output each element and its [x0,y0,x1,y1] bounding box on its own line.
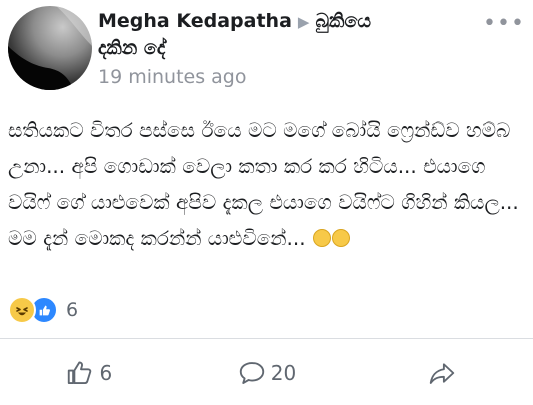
haha-emoji-icon [8,296,36,324]
comment-count: 20 [270,360,297,385]
shocked-emoji-icon [312,229,331,247]
author-avatar[interactable] [8,6,92,90]
triangle-right-icon: ▶ [297,13,310,31]
group-name[interactable]: බුකියෙ [315,10,371,32]
reactions-count[interactable]: 6 [66,299,78,321]
facebook-post: Megha Kedapatha ▶ බුකියෙ දකින දේ 19 minute… [0,0,533,405]
group-name-continued[interactable]: දකින දේ [98,35,483,61]
profile-photo-icon [8,6,92,90]
post-header: Megha Kedapatha ▶ බුකියෙ දකින දේ 19 minute… [98,8,483,91]
comment-button[interactable]: 20 [178,340,356,405]
share-arrow-icon [429,362,455,384]
share-button[interactable] [355,340,533,405]
like-thumb-icon [68,360,92,384]
shocked-emoji-icon [331,229,350,247]
author-name[interactable]: Megha Kedapatha [98,10,292,32]
post-body: සතියකට විතර පස්සෙ ඊයෙ මට මගේ බෝයි ෆ්‍රෙන… [8,112,528,256]
like-count: 6 [99,360,113,385]
author-line: Megha Kedapatha ▶ බුකියෙ [98,8,483,35]
post-body-text: සතියකට විතර පස්සෙ ඊයෙ මට මගේ බෝයි ෆ්‍රෙන… [8,118,519,250]
post-timestamp[interactable]: 19 minutes ago [98,63,483,91]
like-button[interactable]: 6 [0,340,178,405]
comment-bubble-icon [239,361,264,384]
divider [0,338,533,339]
reactions-summary[interactable]: 6 [8,296,78,324]
more-options-icon[interactable]: ••• [483,13,524,35]
post-actions-bar: 6 20 [0,340,533,405]
